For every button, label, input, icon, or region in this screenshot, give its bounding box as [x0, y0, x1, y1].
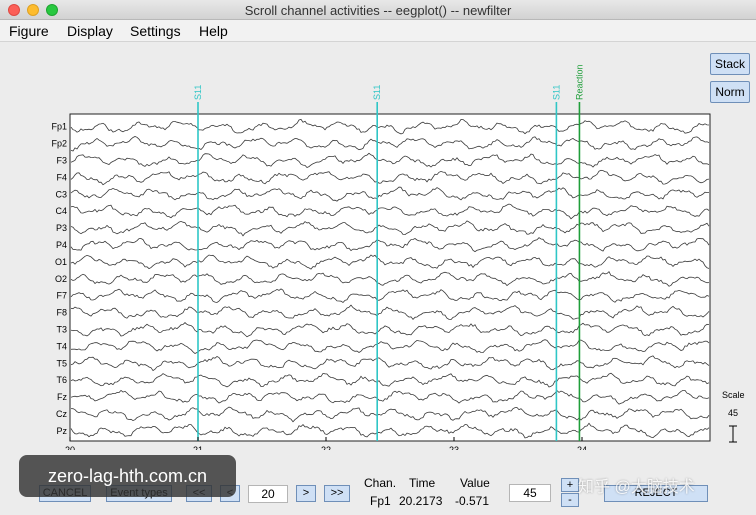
- chan-header: Chan.: [364, 476, 397, 490]
- channel-labels: Fp1 Fp2 F3 F4 C3 C4 P3 P4 O1 O2 F7 F8 T3 T4 T5 T6 Fz Cz Pz: [51, 122, 67, 436]
- channel-label-fp1: Fp1: [51, 122, 67, 132]
- plot-area: [69, 113, 711, 442]
- channel-label-f3: F3: [56, 155, 67, 165]
- channel-label-c3: C3: [55, 189, 67, 199]
- watermark-text: 知乎 @大脑技术: [578, 479, 695, 496]
- scale-increase-button[interactable]: +: [561, 478, 579, 492]
- scale-field[interactable]: 45: [509, 484, 551, 502]
- menu-bar: Figure Display Settings Help: [0, 20, 756, 42]
- channel-label-o1: O1: [55, 257, 67, 267]
- channel-label-fz: Fz: [57, 392, 67, 402]
- scale-value: 45: [728, 408, 739, 418]
- channel-label-t3: T3: [56, 324, 67, 334]
- channel-label-t4: T4: [56, 341, 67, 351]
- window-title: Scroll channel activities -- eegplot() -…: [244, 3, 512, 18]
- value-header: Value: [460, 476, 490, 490]
- title-bar: Scroll channel activities -- eegplot() -…: [0, 0, 756, 20]
- menu-help[interactable]: Help: [199, 23, 228, 39]
- event-label-2: S11: [551, 85, 561, 100]
- scale-bar: [729, 425, 737, 443]
- scale-decrease-button[interactable]: -: [561, 493, 579, 507]
- overlay-banner: zero-lag-hth.com.cn: [19, 455, 236, 497]
- chan-readout: Fp1: [370, 494, 391, 508]
- channel-label-pz: Pz: [56, 426, 67, 436]
- channel-label-p4: P4: [56, 240, 67, 250]
- channel-label-f8: F8: [56, 308, 67, 318]
- channel-label-fp2: Fp2: [51, 139, 67, 149]
- channel-label-t5: T5: [56, 358, 67, 368]
- channel-label-p3: P3: [56, 223, 67, 233]
- time-readout: 20.2173: [399, 494, 443, 508]
- channel-label-o2: O2: [55, 274, 67, 284]
- menu-display[interactable]: Display: [67, 23, 113, 39]
- event-label-1: S11: [372, 85, 382, 100]
- forward-button[interactable]: >: [296, 485, 316, 502]
- menu-settings[interactable]: Settings: [130, 23, 181, 39]
- channel-label-c4: C4: [55, 206, 67, 216]
- eeg-plot[interactable]: Fp1 Fp2 F3 F4 C3 C4 P3 P4 O1 O2 F7 F8 T3 T4 T5 T6 Fz Cz Pz…: [0, 42, 756, 450]
- channel-label-cz: Cz: [56, 409, 67, 419]
- channel-label-f4: F4: [56, 172, 67, 182]
- time-header: Time: [409, 476, 436, 490]
- scale-label: Scale: [722, 390, 745, 400]
- event-label-3: Reaction: [574, 64, 584, 100]
- event-label-0: S11: [193, 85, 203, 100]
- channel-label-t6: T6: [56, 375, 67, 385]
- menu-figure[interactable]: Figure: [9, 23, 49, 39]
- value-readout: -0.571: [455, 494, 490, 508]
- channel-label-f7: F7: [56, 291, 67, 301]
- fast-forward-button[interactable]: >>: [324, 485, 350, 502]
- window-length-field[interactable]: 20: [248, 485, 288, 503]
